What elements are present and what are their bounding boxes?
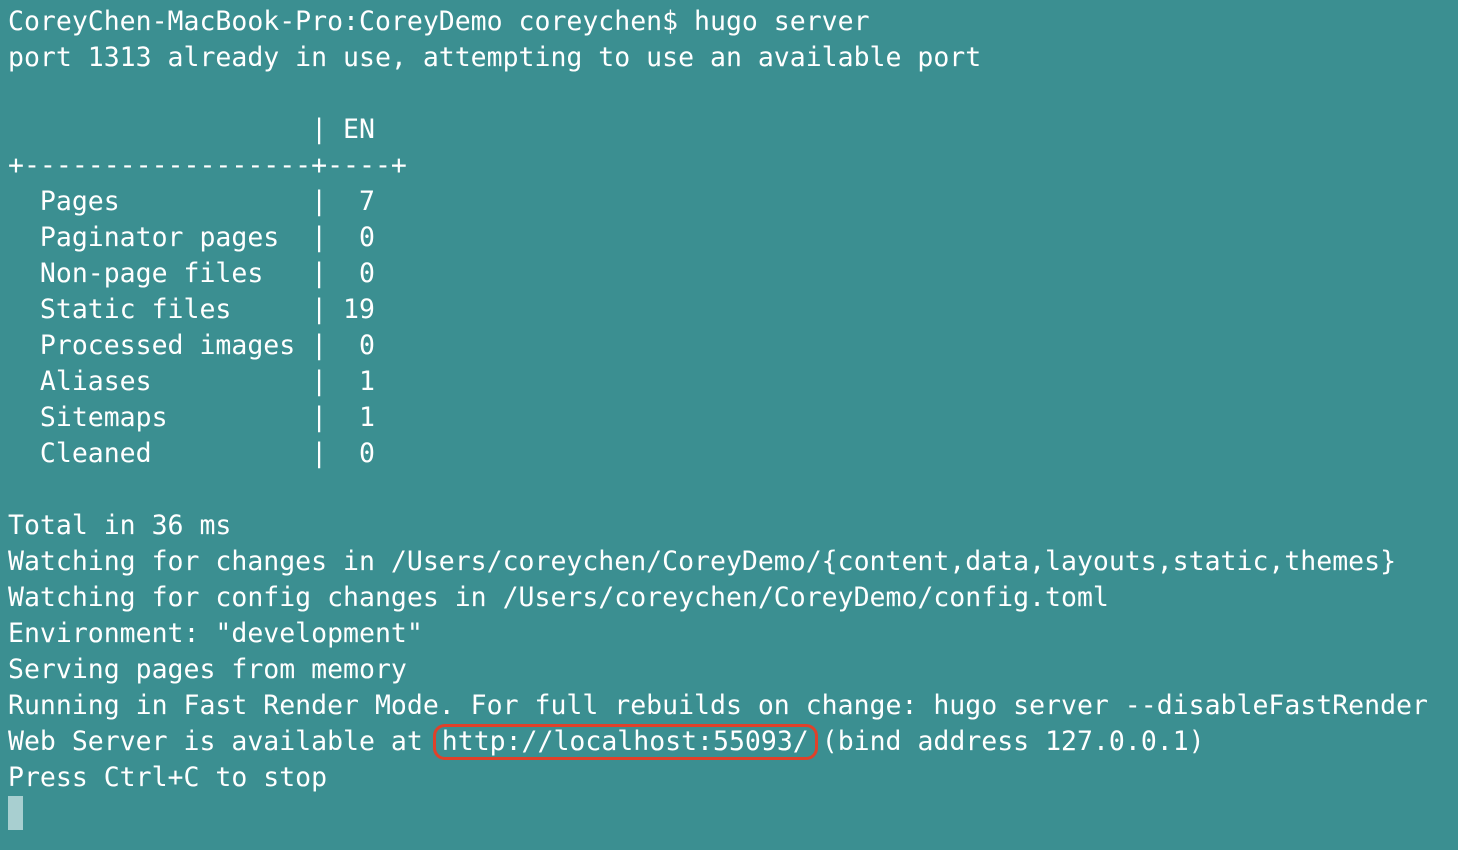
fast-render-line: Running in Fast Render Mode. For full re… (8, 690, 1428, 721)
environment-line: Environment: "development" (8, 618, 423, 649)
table-header: | EN (8, 114, 375, 145)
cursor-line (8, 796, 1458, 832)
serving-line: Serving pages from memory (8, 654, 407, 685)
table-row-non-page-files: Non-page files | 0 (8, 258, 375, 289)
total-time-line: Total in 36 ms (8, 510, 232, 541)
web-server-prefix: Web Server is available at (8, 726, 439, 757)
watch-config-line: Watching for config changes in /Users/co… (8, 582, 1109, 613)
table-row-sitemaps: Sitemaps | 1 (8, 402, 375, 433)
table-row-pages: Pages | 7 (8, 186, 375, 217)
web-server-line: Web Server is available at http://localh… (8, 724, 1458, 760)
table-row-processed-images: Processed images | 0 (8, 330, 375, 361)
table-row-cleaned: Cleaned | 0 (8, 438, 375, 469)
bind-address-text: (bind address 127.0.0.1) (821, 726, 1205, 757)
stop-hint-line: Press Ctrl+C to stop (8, 762, 328, 793)
prompt-line: CoreyChen-MacBook-Pro:CoreyDemo coreyche… (8, 6, 870, 37)
terminal-cursor (8, 796, 23, 830)
port-notice-line: port 1313 already in use, attempting to … (8, 42, 982, 73)
table-row-static-files: Static files | 19 (8, 294, 375, 325)
local-server-url-link[interactable]: http://localhost:55093/ (432, 724, 818, 760)
watch-content-line: Watching for changes in /Users/coreychen… (8, 546, 1397, 577)
terminal-window[interactable]: CoreyChen-MacBook-Pro:CoreyDemo coreyche… (0, 0, 1458, 850)
table-divider: +------------------+----+ (8, 150, 407, 181)
table-row-paginator-pages: Paginator pages | 0 (8, 222, 375, 253)
table-row-aliases: Aliases | 1 (8, 366, 375, 397)
